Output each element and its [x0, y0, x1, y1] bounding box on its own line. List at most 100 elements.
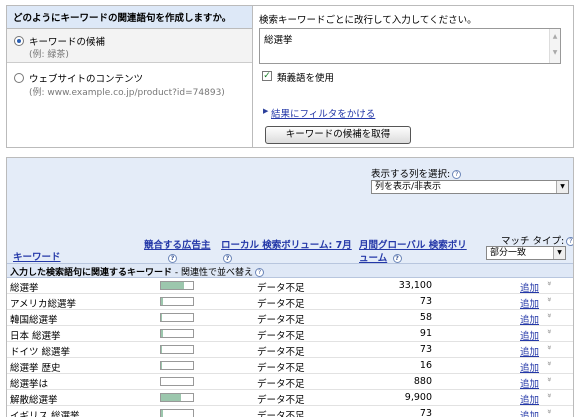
competition-bar — [160, 393, 194, 402]
chevron-down-icon[interactable]: » — [545, 361, 554, 366]
add-keyword-link[interactable]: 追加 — [520, 392, 539, 406]
keyword-cell: アメリカ総選挙 — [10, 299, 77, 310]
local-volume-cell: データ不足 — [257, 283, 305, 294]
competition-bar-fill — [161, 410, 163, 417]
competition-bar-fill — [161, 362, 162, 369]
option-keyword-ideas[interactable]: キーワードの候補 (例: 緑茶) — [7, 29, 252, 63]
header-global-volume[interactable]: 月間グローバル 検索ボリューム ? — [359, 239, 471, 265]
header-competition[interactable]: 競合する広告主 ? — [144, 239, 218, 265]
add-keyword-link[interactable]: 追加 — [520, 328, 539, 342]
keyword-cell: 解散総選挙 — [10, 395, 58, 406]
website-radio[interactable] — [14, 73, 24, 83]
website-option-example: (例: www.example.co.jp/product?id=74893) — [29, 88, 225, 98]
keyword-cell: 総選挙は — [10, 379, 49, 390]
global-volume-cell: 16 — [419, 360, 432, 371]
local-volume-cell: データ不足 — [257, 379, 305, 390]
columns-select[interactable]: 列を表示/非表示 ▼ — [371, 180, 569, 194]
table-row: アメリカ総選挙 データ不足 73 追加 » — [7, 294, 573, 310]
add-keyword-link[interactable]: 追加 — [520, 312, 539, 326]
source-question: どのようにキーワードの関連語句を作成しますか。 — [7, 6, 252, 29]
help-icon[interactable]: ? — [168, 254, 177, 263]
filter-results-link[interactable]: 結果にフィルタをかける — [271, 106, 375, 120]
group-title: 入力した検索語句に関連するキーワード — [10, 268, 173, 278]
results-panel: 表示する列を選択:? 列を表示/非表示 ▼ キーワード 競合する広告主 ? ロー… — [6, 157, 574, 417]
synonyms-label: 類義語を使用 — [277, 73, 335, 84]
competition-bar — [160, 313, 194, 322]
chevron-down-icon[interactable]: » — [545, 281, 554, 286]
competition-bar-fill — [161, 282, 185, 289]
keyword-cell: 日本 総選挙 — [10, 331, 61, 342]
help-icon[interactable]: ? — [392, 254, 402, 263]
competition-bar — [160, 409, 194, 417]
keyword-cell: 総選挙 歴史 — [10, 363, 61, 374]
keyword-radio[interactable] — [14, 36, 24, 46]
local-volume-cell: データ不足 — [257, 315, 305, 326]
header-local-volume[interactable]: ローカル 検索ボリューム: 7月 ? — [221, 239, 353, 265]
keyword-textarea-value: 総選挙 — [264, 35, 293, 46]
local-volume-cell: データ不足 — [257, 411, 305, 417]
option-website-content[interactable]: ウェブサイトのコンテンツ (例: www.example.co.jp/produ… — [7, 63, 252, 147]
competition-bar — [160, 361, 194, 370]
results-header: 表示する列を選択:? 列を表示/非表示 ▼ キーワード 競合する広告主 ? ロー… — [7, 158, 573, 265]
competition-bar — [160, 281, 194, 290]
source-options: どのようにキーワードの関連語句を作成しますか。 キーワードの候補 (例: 緑茶)… — [7, 6, 253, 147]
keyword-option-label: キーワードの候補 — [29, 37, 106, 48]
global-volume-cell: 73 — [419, 296, 432, 307]
website-option-label: ウェブサイトのコンテンツ — [29, 74, 144, 85]
keyword-rows: 総選挙 データ不足 33,100 追加» アメリカ総選挙 データ不足 73 追加» 韓国総選挙デ… — [7, 278, 573, 417]
add-keyword-link[interactable]: 追加 — [520, 408, 539, 417]
chevron-down-icon[interactable]: » — [545, 409, 554, 414]
table-row: 総選挙は データ不足 880 追加 » — [7, 374, 573, 390]
global-volume-cell: 91 — [419, 328, 432, 339]
local-volume-cell: データ不足 — [257, 299, 305, 310]
competition-bar-fill — [161, 346, 162, 353]
help-icon[interactable]: ? — [255, 268, 264, 277]
global-volume-cell: 33,100 — [398, 280, 432, 291]
table-row: 韓国総選挙 データ不足 58 追加 » — [7, 310, 573, 326]
keyword-cell: 韓国総選挙 — [10, 315, 58, 326]
add-keyword-link[interactable]: 追加 — [520, 344, 539, 358]
dropdown-arrow-icon: ▼ — [553, 247, 565, 259]
chevron-down-icon[interactable]: » — [545, 345, 554, 350]
help-icon[interactable]: ? — [223, 254, 232, 263]
keyword-cell: イギリス 総選挙 — [10, 411, 80, 417]
entry-instructions: 検索キーワードごとに改行して入力してください。 — [259, 15, 477, 26]
global-volume-cell: 73 — [419, 408, 432, 417]
local-volume-cell: データ不足 — [257, 347, 305, 358]
competition-bar-fill — [161, 314, 162, 321]
competition-bar — [160, 345, 194, 354]
table-row: 総選挙 歴史 データ不足 16 追加 » — [7, 358, 573, 374]
keyword-cell: 総選挙 — [10, 283, 39, 294]
chevron-down-icon[interactable]: » — [545, 393, 554, 398]
match-type-select[interactable]: 部分一致 ▼ — [486, 246, 566, 260]
local-volume-cell: データ不足 — [257, 331, 305, 342]
keyword-textarea[interactable]: 総選挙 ▲ ▼ — [259, 28, 561, 64]
synonyms-checkbox[interactable]: ✓ — [262, 71, 272, 81]
keyword-idea-panel: どのようにキーワードの関連語句を作成しますか。 キーワードの候補 (例: 緑茶)… — [6, 5, 574, 148]
columns-label: 表示する列を選択:? — [371, 166, 462, 180]
add-keyword-link[interactable]: 追加 — [520, 296, 539, 310]
keyword-cell: ドイツ 総選挙 — [10, 347, 71, 358]
chevron-down-icon[interactable]: » — [545, 297, 554, 302]
help-icon[interactable]: ? — [566, 237, 573, 246]
group-sort-label: - 関連性で並べ替え — [172, 268, 253, 278]
add-keyword-link[interactable]: 追加 — [520, 360, 539, 374]
chevron-down-icon[interactable]: » — [545, 313, 554, 318]
competition-bar — [160, 377, 194, 386]
table-row: ドイツ 総選挙 データ不足 73 追加 » — [7, 342, 573, 358]
chevron-down-icon[interactable]: » — [545, 377, 554, 382]
match-type-value: 部分一致 — [490, 248, 527, 258]
global-volume-cell: 58 — [419, 312, 432, 323]
global-volume-cell: 73 — [419, 344, 432, 355]
global-volume-cell: 9,900 — [404, 392, 432, 403]
get-keyword-ideas-button[interactable]: キーワードの候補を取得 — [265, 126, 411, 144]
add-keyword-link[interactable]: 追加 — [520, 280, 539, 294]
global-volume-cell: 880 — [413, 376, 432, 387]
add-keyword-link[interactable]: 追加 — [520, 376, 539, 390]
chevron-down-icon[interactable]: » — [545, 329, 554, 334]
competition-bar — [160, 297, 194, 306]
textarea-scrollbar[interactable]: ▲ ▼ — [549, 29, 560, 63]
local-volume-cell: データ不足 — [257, 395, 305, 406]
help-icon[interactable]: ? — [452, 170, 462, 179]
table-row: 総選挙 データ不足 33,100 追加 » — [7, 278, 573, 294]
